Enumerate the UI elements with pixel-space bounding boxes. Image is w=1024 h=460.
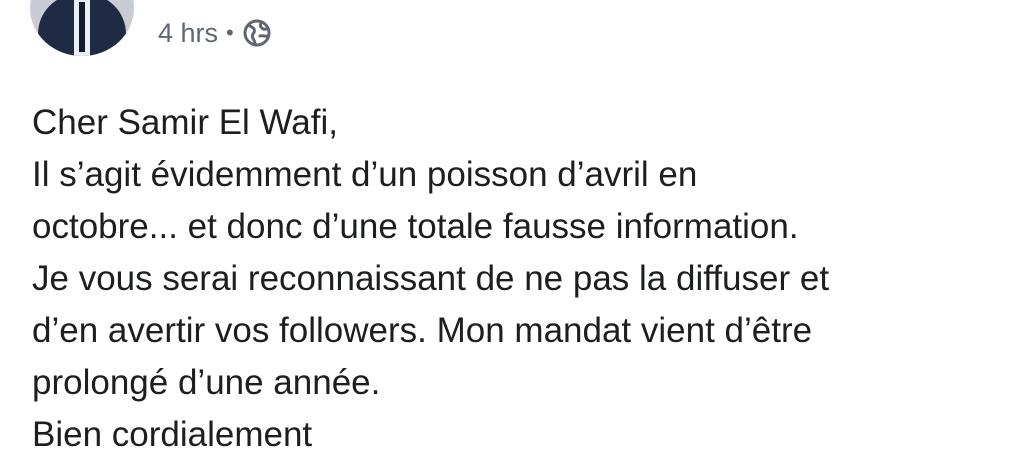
post-timestamp[interactable]: 4 hrs xyxy=(158,18,218,49)
post-text-line: Il s’agit évidemment d’un poisson d’avri… xyxy=(32,155,698,194)
post-meta: 4 hrs • xyxy=(158,16,272,50)
post-text: Cher Samir El Wafi, Il s’agit évidemment… xyxy=(32,97,1002,460)
avatar-tie xyxy=(79,2,85,52)
post-text-line: Bien cordialement xyxy=(32,415,313,454)
globe-icon[interactable] xyxy=(242,18,272,48)
post-header: 4 hrs • xyxy=(0,0,1024,70)
avatar[interactable] xyxy=(30,0,134,56)
meta-separator: • xyxy=(226,20,234,45)
post-text-line: Je vous serai reconnaissant de ne pas la… xyxy=(32,259,830,298)
post-text-line: d’en avertir vos followers. Mon mandat v… xyxy=(32,311,813,350)
post-text-line: prolongé d’une année. xyxy=(32,363,381,402)
post-text-line: octobre... et donc d’une totale fausse i… xyxy=(32,207,799,246)
post-text-line: Cher Samir El Wafi, xyxy=(32,103,338,142)
